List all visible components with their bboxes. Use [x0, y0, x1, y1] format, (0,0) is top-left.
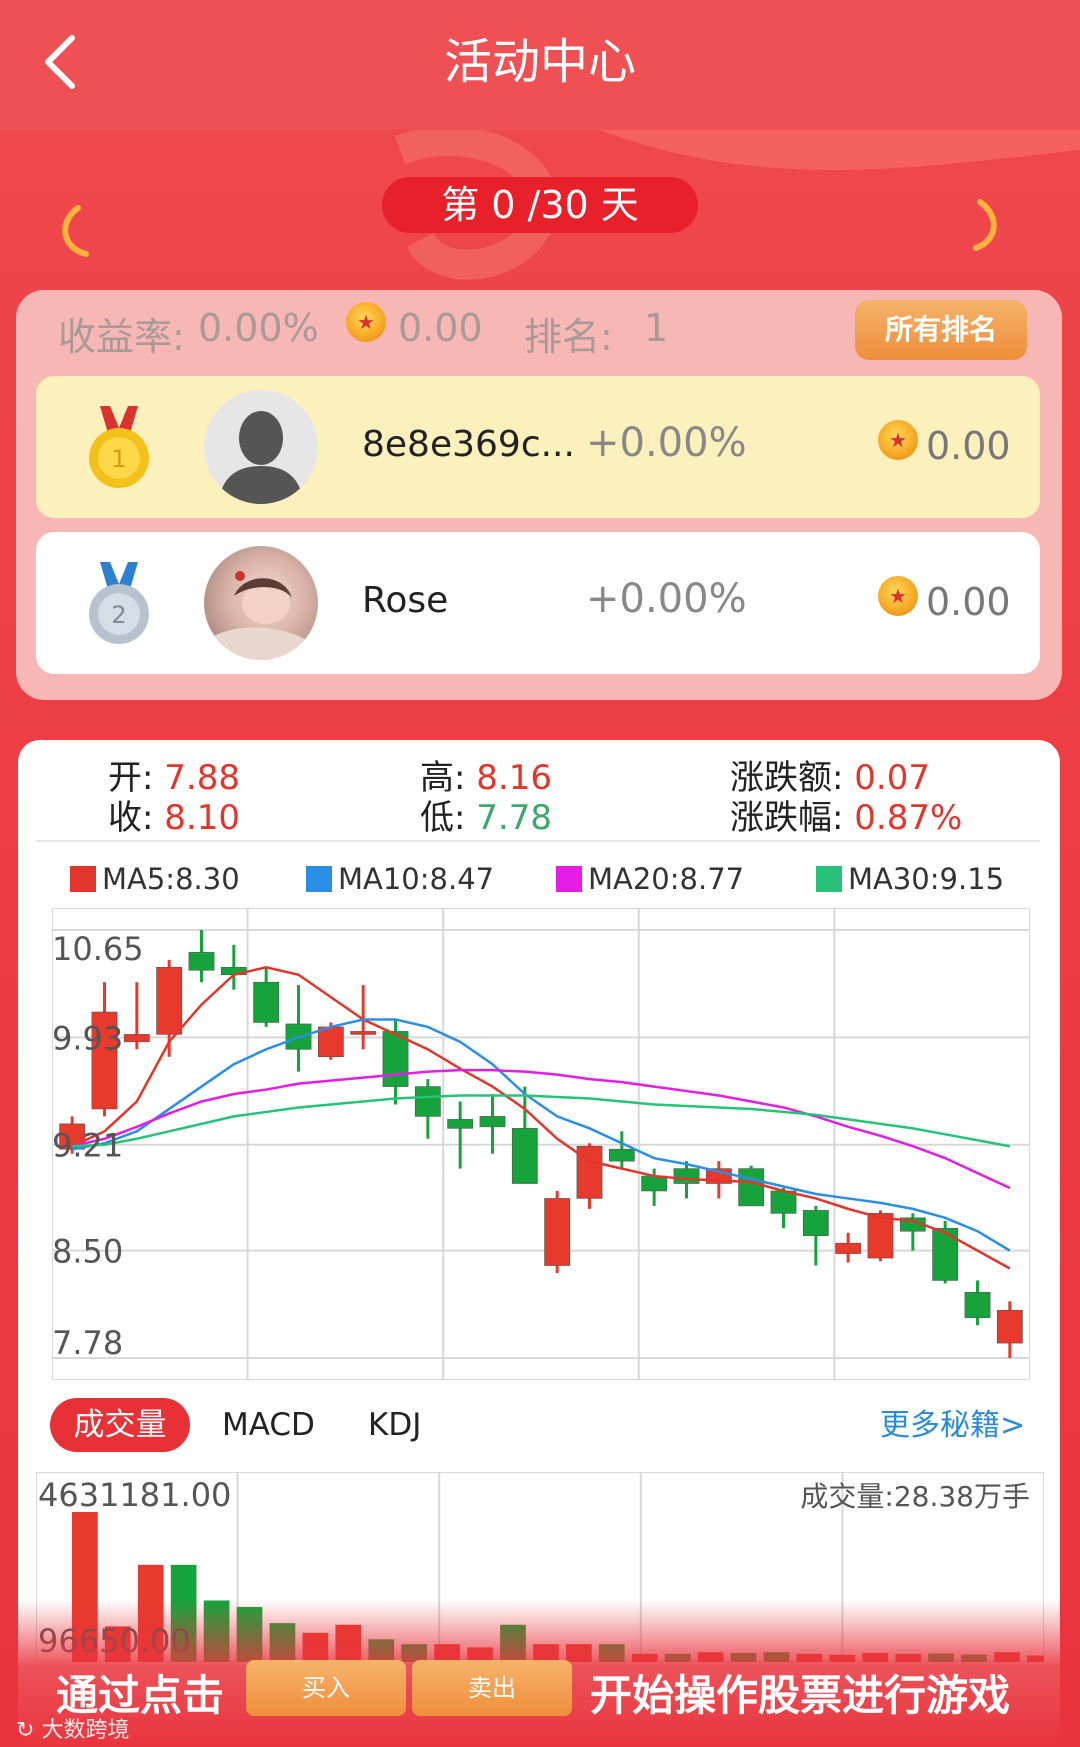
medal-number: 1 [111, 445, 126, 473]
divider [36, 840, 1040, 842]
summary-row: 收益率: 0.00% 0.00 排名: 1 [58, 302, 668, 359]
photo-avatar-image [204, 571, 318, 660]
volume-max-label: 4631181.00 [38, 1476, 231, 1514]
player-name: Rose [362, 580, 449, 621]
watermark-logo-icon: ↻ [16, 1718, 42, 1743]
more-tips-link[interactable]: 更多秘籍> [880, 1400, 1025, 1444]
ma-legend-item: MA5:8.30 [70, 862, 240, 896]
legend-swatch [556, 866, 582, 892]
candle-body [317, 1026, 344, 1058]
candle-body [641, 1175, 668, 1192]
ma-legend-item: MA20:8.77 [556, 862, 744, 896]
candle-body [544, 1198, 571, 1266]
coin-icon [878, 576, 918, 616]
y-tick-label: 8.50 [52, 1233, 123, 1271]
day-progress-badge: 第 0 /30 天 [382, 177, 698, 233]
tab-macd[interactable]: MACD [222, 1398, 315, 1452]
ma-label: MA30:9.15 [848, 862, 1005, 896]
candlestick-chart[interactable]: 10.65 9.93 9.21 8.50 7.78 [52, 908, 1030, 1380]
ma-label: MA20:8.77 [588, 862, 745, 896]
player-name: 8e8e369c... [362, 424, 575, 465]
candle-body [964, 1292, 991, 1319]
avatar[interactable] [204, 390, 318, 504]
ma-label: MA10:8.47 [338, 862, 495, 896]
rank-value: 1 [644, 306, 669, 350]
candle-body [835, 1242, 862, 1254]
ma-legend-item: MA10:8.47 [306, 862, 494, 896]
candle-body [673, 1168, 700, 1184]
tab-kdj[interactable]: KDJ [368, 1398, 421, 1452]
instruction-text-right: 开始操作股票进行游戏 [590, 1671, 1011, 1720]
watermark: ↻ 大数跨境 [16, 1712, 129, 1744]
watermark-text: 大数跨境 [41, 1718, 130, 1743]
candle-body [188, 952, 215, 971]
quote-low: 低: 7.78 [420, 790, 552, 839]
all-rankings-button[interactable]: 所有排名 [855, 300, 1027, 360]
candle-body [770, 1190, 797, 1214]
quote-change-pct: 涨跌幅: 0.87% [730, 790, 962, 839]
close-label: 收: [108, 798, 154, 838]
candle-body [479, 1116, 506, 1128]
coin-icon [878, 420, 918, 460]
default-avatar-icon [218, 411, 304, 504]
player-return: +0.00% [586, 576, 747, 622]
legend-swatch [306, 866, 332, 892]
y-tick-label: 7.78 [52, 1324, 123, 1362]
quote-close: 收: 8.10 [108, 790, 240, 839]
gold-medal-icon: 1 [89, 406, 149, 488]
candle-body [932, 1227, 959, 1281]
return-value: 0.00% [198, 306, 319, 350]
change-pct-label: 涨跌幅: [730, 798, 844, 838]
return-label: 收益率: [58, 315, 185, 359]
player-coins: 0.00 [926, 424, 1011, 468]
candle-body [802, 1210, 829, 1237]
coin-icon [346, 302, 386, 342]
coin-value: 0.00 [398, 306, 483, 350]
volume-total-label: 成交量:28.38万手 [800, 1480, 1030, 1513]
candle-body [414, 1086, 441, 1117]
low-label: 低: [420, 798, 466, 838]
candle-body [867, 1213, 894, 1259]
candle-body [123, 1034, 150, 1043]
player-return: +0.00% [586, 420, 747, 466]
candle-body [350, 1031, 377, 1035]
ranking-row[interactable]: 2 Rose +0.00% 0.00 [36, 532, 1040, 674]
candle-body [156, 966, 183, 1035]
candle-body [738, 1168, 765, 1207]
ranking-row[interactable]: 1 8e8e369c... +0.00% 0.00 [36, 376, 1040, 518]
player-coins: 0.00 [926, 580, 1011, 624]
candle-body [511, 1128, 538, 1184]
ma-legend-item: MA30:9.15 [816, 862, 1004, 896]
candle-body [253, 981, 280, 1023]
buy-button[interactable]: 买入 [246, 1660, 406, 1716]
y-tick-label: 9.21 [52, 1127, 123, 1165]
close-value: 8.10 [164, 798, 240, 838]
silver-medal-icon: 2 [89, 562, 149, 644]
candle-body [447, 1119, 474, 1129]
y-tick-label: 10.65 [52, 930, 144, 968]
change-pct-value: 0.87% [854, 798, 963, 838]
y-tick-label: 9.93 [52, 1019, 123, 1057]
page-title: 活动中心 [443, 34, 636, 90]
candle-body [996, 1309, 1023, 1344]
legend-swatch [816, 866, 842, 892]
rank-label: 排名: [524, 315, 613, 359]
medal-number: 2 [111, 601, 126, 629]
tab-volume[interactable]: 成交量 [50, 1398, 190, 1452]
candle-body [608, 1148, 635, 1162]
sell-button[interactable]: 卖出 [412, 1660, 572, 1716]
ma-label: MA5:8.30 [102, 862, 240, 896]
low-value: 7.78 [476, 798, 552, 838]
legend-swatch [70, 866, 96, 892]
avatar[interactable] [204, 546, 318, 660]
